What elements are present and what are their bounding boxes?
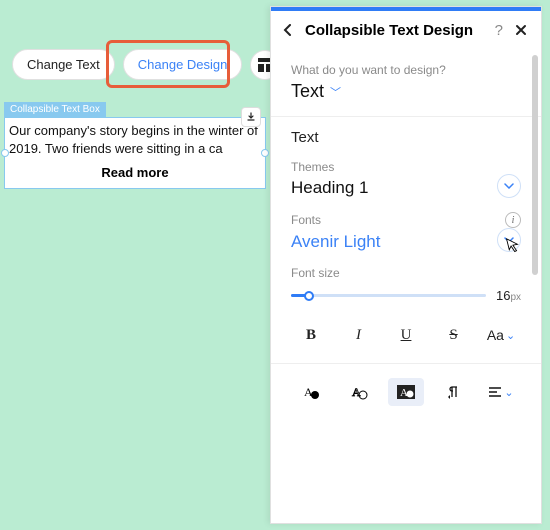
read-more-link[interactable]: Read more bbox=[9, 165, 261, 180]
case-button[interactable]: Aa⌄ bbox=[483, 321, 519, 349]
design-target-section: What do you want to design? Text ﹀ bbox=[291, 63, 521, 102]
help-icon[interactable]: ? bbox=[493, 22, 505, 39]
themes-value: Heading 1 bbox=[291, 178, 369, 198]
underline-button[interactable]: U bbox=[388, 321, 424, 349]
align-button[interactable]: ⌄ bbox=[483, 378, 519, 406]
text-outline-button[interactable]: A bbox=[341, 378, 377, 406]
fontsize-label: Font size bbox=[291, 266, 521, 280]
panel-scrollbar[interactable] bbox=[532, 55, 538, 275]
design-target-label: What do you want to design? bbox=[291, 63, 521, 77]
text-section-heading: Text bbox=[291, 129, 521, 146]
fontsize-section: Font size 16px bbox=[291, 266, 521, 303]
panel-body: What do you want to design? Text ﹀ Text … bbox=[271, 49, 541, 523]
fonts-section: Fonts i Avenir Light bbox=[291, 212, 521, 252]
fonts-label: Fonts bbox=[291, 213, 321, 227]
fontsize-value: 16px bbox=[496, 288, 521, 303]
panel-title: Collapsible Text Design bbox=[305, 22, 485, 39]
change-design-button[interactable]: Change Design bbox=[123, 49, 243, 80]
strikethrough-button[interactable]: S bbox=[436, 321, 472, 349]
panel-header: Collapsible Text Design ? bbox=[271, 11, 541, 49]
widget-body-text: Our company's story begins in the winter… bbox=[9, 122, 261, 157]
design-panel: Collapsible Text Design ? What do you wa… bbox=[270, 6, 542, 524]
back-icon[interactable] bbox=[279, 21, 297, 39]
text-color-button[interactable]: A bbox=[293, 378, 329, 406]
divider bbox=[271, 116, 541, 117]
design-target-select[interactable]: Text ﹀ bbox=[291, 81, 521, 102]
themes-dropdown[interactable] bbox=[497, 174, 521, 198]
fonts-value: Avenir Light bbox=[291, 232, 380, 252]
italic-button[interactable]: I bbox=[341, 321, 377, 349]
change-text-button[interactable]: Change Text bbox=[12, 49, 115, 80]
widget-selection-box[interactable]: Our company's story begins in the winter… bbox=[4, 117, 266, 189]
text-effects-row: A A A ⌄ bbox=[291, 378, 521, 406]
widget-type-tag: Collapsible Text Box bbox=[4, 102, 106, 117]
collapsible-text-widget[interactable]: Collapsible Text Box Our company's story… bbox=[4, 100, 266, 189]
themes-section: Themes Heading 1 bbox=[291, 160, 521, 198]
text-direction-button[interactable] bbox=[436, 378, 472, 406]
bold-button[interactable]: B bbox=[293, 321, 329, 349]
themes-label: Themes bbox=[291, 160, 521, 174]
download-icon[interactable] bbox=[241, 107, 261, 127]
close-icon[interactable] bbox=[513, 22, 529, 38]
cursor-icon bbox=[502, 237, 522, 257]
divider bbox=[271, 363, 541, 364]
fontsize-slider[interactable] bbox=[291, 289, 486, 303]
text-highlight-button[interactable]: A bbox=[388, 378, 424, 406]
editor-canvas: Change Text Change Design Collapsible Te… bbox=[0, 0, 550, 530]
chevron-down-icon: ﹀ bbox=[330, 84, 341, 100]
action-pills: Change Text Change Design bbox=[12, 49, 280, 80]
fonts-dropdown[interactable] bbox=[497, 228, 521, 252]
design-target-value: Text bbox=[291, 81, 324, 102]
text-style-row: B I U S Aa⌄ bbox=[291, 321, 521, 349]
info-icon[interactable]: i bbox=[505, 212, 521, 228]
